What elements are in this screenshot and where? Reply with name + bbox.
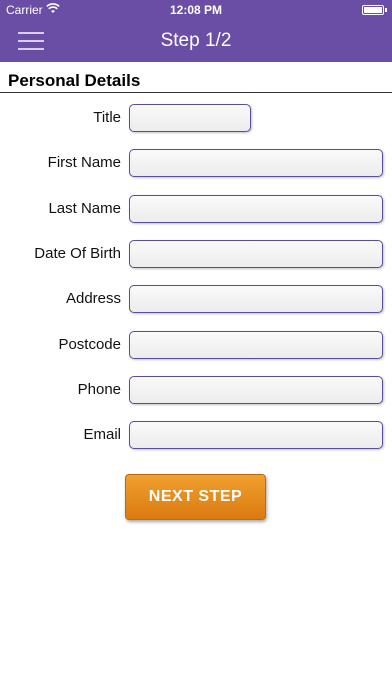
form-row-first-name: First Name xyxy=(0,149,392,179)
section-title: Personal Details xyxy=(8,71,141,90)
form-row-title: Title xyxy=(0,104,392,134)
status-bar: Carrier 12:08 PM xyxy=(0,0,392,20)
form-row-address: Address xyxy=(0,285,392,315)
last-name-label: Last Name xyxy=(48,200,121,217)
address-field[interactable] xyxy=(129,285,383,313)
email-label: Email xyxy=(83,426,121,443)
postcode-label: Postcode xyxy=(58,336,121,353)
last-name-field[interactable] xyxy=(129,195,383,223)
first-name-label: First Name xyxy=(47,154,121,171)
first-name-field[interactable] xyxy=(129,149,383,177)
date-of-birth-label: Date Of Birth xyxy=(34,245,121,262)
form-row-email: Email xyxy=(0,421,392,451)
next-step-button[interactable]: NEXT STEP xyxy=(125,474,266,520)
phone-field[interactable] xyxy=(129,376,383,404)
phone-label: Phone xyxy=(77,381,121,398)
page-title: Step 1/2 xyxy=(160,30,232,51)
battery-icon xyxy=(362,5,387,15)
section-divider xyxy=(0,92,392,93)
date-of-birth-field[interactable] xyxy=(129,240,383,268)
form-row-last-name: Last Name xyxy=(0,195,392,225)
title-label: Title xyxy=(93,109,121,126)
email-field[interactable] xyxy=(129,421,383,449)
status-time: 12:08 PM xyxy=(169,3,223,17)
form-row-postcode: Postcode xyxy=(0,331,392,361)
address-label: Address xyxy=(65,290,121,307)
form-row-date-of-birth: Date Of Birth xyxy=(0,240,392,270)
form-row-phone: Phone xyxy=(0,376,392,406)
title-field[interactable] xyxy=(129,104,251,132)
postcode-field[interactable] xyxy=(129,331,383,359)
navigation-bar: Step 1/2 xyxy=(0,20,392,62)
